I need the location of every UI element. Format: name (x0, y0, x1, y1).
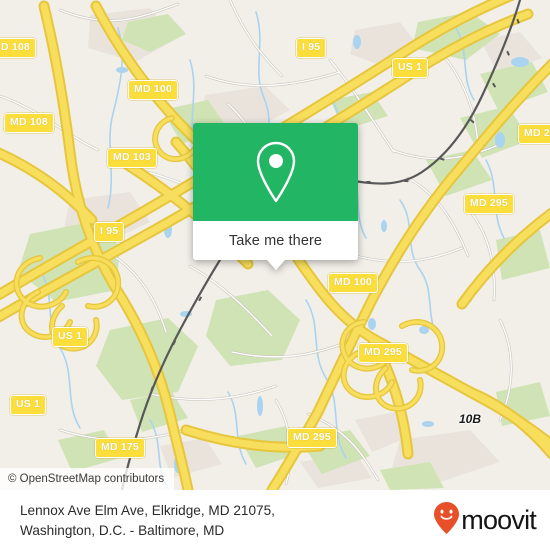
route-shield: MD 100 (328, 273, 378, 293)
footer-bar: Lennox Ave Elm Ave, Elkridge, MD 21075, … (0, 490, 550, 550)
popup-header (193, 123, 358, 221)
route-shield: US 1 (392, 58, 429, 78)
route-shield: MD 295 (358, 343, 408, 363)
moovit-map-screen: MD 108 MD 100 I 95 US 1 MD 108 MD 103 MD 2 MD 2… (0, 0, 550, 550)
route-shield: MD 295 (287, 428, 337, 448)
map-pin-icon (250, 137, 302, 208)
route-shield: MD 108 (4, 113, 54, 133)
location-popup-card[interactable]: Take me there (193, 123, 358, 270)
route-shield: US 1 (52, 327, 89, 347)
take-me-there-button[interactable]: Take me there (229, 233, 322, 249)
attribution-text: © OpenStreetMap contributors (8, 473, 165, 485)
moovit-logo[interactable]: moovit (433, 501, 537, 540)
map-canvas[interactable]: MD 108 MD 100 I 95 US 1 MD 108 MD 103 MD 2 MD 2… (0, 0, 550, 490)
route-shield: MD 108 (0, 38, 36, 58)
popup-tail-pointer (266, 260, 285, 270)
route-shield: US 1 (10, 395, 47, 415)
location-title-line-1: Lennox Ave Elm Ave, Elkridge, MD 21075, (20, 503, 275, 519)
location-title-line-2: Washington, D.C. - Baltimore, MD (20, 522, 225, 538)
highway-exit-label: 10B (459, 412, 482, 426)
location-title: Lennox Ave Elm Ave, Elkridge, MD 21075, … (20, 501, 275, 540)
moovit-smiling-pin-icon (433, 501, 460, 540)
route-shield: I 95 (296, 38, 327, 58)
route-shield: MD 100 (128, 80, 178, 100)
popup-footer[interactable]: Take me there (193, 221, 358, 270)
route-shield: MD 2 (518, 124, 550, 144)
route-shield: MD 295 (464, 194, 514, 214)
route-shield: MD 103 (107, 148, 157, 168)
moovit-wordmark: moovit (461, 505, 537, 535)
route-shield: MD 175 (95, 438, 145, 458)
route-shield: I 95 (94, 222, 125, 242)
map-attribution[interactable]: © OpenStreetMap contributors (0, 468, 175, 490)
